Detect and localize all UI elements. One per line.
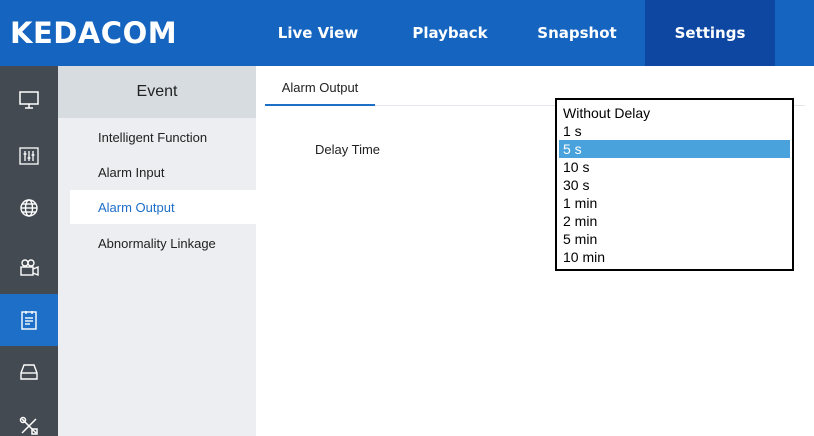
event-sidebar: Event Intelligent Function Alarm Input A… (58, 66, 256, 436)
option-1min[interactable]: 1 min (559, 194, 790, 212)
sidebar-item-abnormality-linkage[interactable]: Abnormality Linkage (70, 226, 256, 260)
nav-settings[interactable]: Settings (645, 0, 775, 66)
option-5min[interactable]: 5 min (559, 230, 790, 248)
monitor-icon (19, 91, 39, 109)
sidebar-item-alarm-input[interactable]: Alarm Input (70, 155, 256, 189)
rail-event[interactable] (0, 294, 58, 346)
nav-snapshot[interactable]: Snapshot (522, 0, 632, 66)
option-1s[interactable]: 1 s (559, 122, 790, 140)
kedacom-logo: KEDACOM (10, 16, 178, 50)
sidebar-title: Event (58, 66, 256, 118)
icon-rail (0, 66, 58, 436)
option-30s[interactable]: 30 s (559, 176, 790, 194)
delay-time-label: Delay Time (315, 142, 381, 157)
tools-icon (19, 416, 38, 435)
network-globe-icon (20, 199, 38, 217)
event-list-icon (21, 311, 37, 330)
sliders-icon (19, 147, 39, 165)
sidebar-item-alarm-output[interactable]: Alarm Output (70, 190, 256, 224)
rail-tools[interactable] (0, 400, 58, 436)
option-10min[interactable]: 10 min (559, 248, 790, 266)
storage-icon (20, 364, 38, 380)
nav-live-view[interactable]: Live View (258, 0, 378, 66)
option-5s[interactable]: 5 s (559, 140, 790, 158)
rail-storage[interactable] (0, 346, 58, 398)
delay-time-dropdown-list[interactable]: Without Delay 1 s 5 s 10 s 30 s 1 min 2 … (555, 98, 794, 271)
rail-sliders[interactable] (0, 130, 58, 182)
camera-icon (20, 259, 39, 277)
sidebar-item-intelligent-function[interactable]: Intelligent Function (70, 120, 256, 154)
nav-playback[interactable]: Playback (396, 0, 504, 66)
tab-alarm-output[interactable]: Alarm Output (265, 70, 375, 106)
rail-camera[interactable] (0, 242, 58, 294)
option-without-delay[interactable]: Without Delay (559, 104, 790, 122)
top-header: KEDACOM Live View Playback Snapshot Sett… (0, 0, 814, 66)
option-2min[interactable]: 2 min (559, 212, 790, 230)
option-10s[interactable]: 10 s (559, 158, 790, 176)
rail-network[interactable] (0, 182, 58, 234)
rail-monitor[interactable] (0, 74, 58, 126)
